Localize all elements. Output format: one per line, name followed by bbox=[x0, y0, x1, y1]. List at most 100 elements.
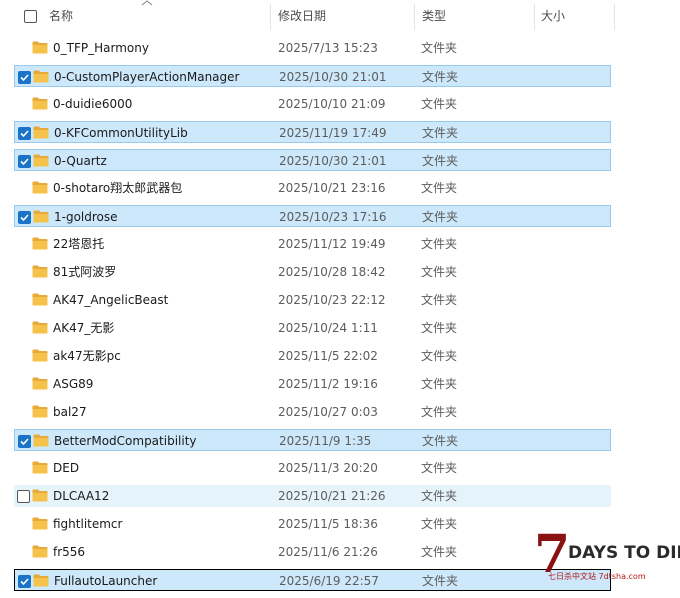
file-modified-date: 2025/10/30 21:01 bbox=[279, 70, 387, 84]
file-row[interactable]: ASG89 2025/11/2 19:16 文件夹 bbox=[14, 373, 611, 395]
file-modified-date: 2025/6/19 22:57 bbox=[279, 574, 379, 588]
file-modified-date: 2025/11/2 19:16 bbox=[278, 377, 378, 391]
file-name: 81式阿波罗 bbox=[53, 265, 117, 279]
file-row[interactable]: 0-duidie6000 2025/10/10 21:09 文件夹 bbox=[14, 93, 611, 115]
column-size-header[interactable]: 大小 bbox=[541, 0, 565, 32]
column-divider[interactable] bbox=[614, 4, 615, 30]
file-type: 文件夹 bbox=[421, 41, 458, 55]
file-row[interactable]: 0-shotaro翔太郎武器包 2025/10/21 23:16 文件夹 bbox=[14, 177, 611, 199]
file-row[interactable]: FullautoLauncher 2025/6/19 22:57 文件夹 bbox=[14, 569, 611, 591]
file-name: 0_TFP_Harmony bbox=[53, 41, 149, 55]
file-name: AK47_无影 bbox=[53, 321, 115, 335]
folder-icon bbox=[32, 461, 48, 474]
row-checkbox[interactable] bbox=[18, 575, 31, 588]
file-type: 文件夹 bbox=[421, 461, 458, 475]
row-checkbox[interactable] bbox=[18, 127, 31, 140]
file-name: 1-goldrose bbox=[54, 210, 118, 224]
file-row[interactable]: ak47无影pc 2025/11/5 22:02 文件夹 bbox=[14, 345, 611, 367]
file-modified-date: 2025/11/3 20:20 bbox=[278, 461, 378, 475]
column-modified-header[interactable]: 修改日期 bbox=[278, 0, 326, 32]
row-checkbox[interactable] bbox=[18, 211, 31, 224]
file-modified-date: 2025/10/23 22:12 bbox=[278, 293, 386, 307]
file-modified-date: 2025/10/23 17:16 bbox=[279, 210, 387, 224]
file-type: 文件夹 bbox=[422, 70, 459, 84]
file-modified-date: 2025/10/30 21:01 bbox=[279, 154, 387, 168]
file-modified-date: 2025/11/9 1:35 bbox=[279, 434, 372, 448]
file-modified-date: 2025/10/27 0:03 bbox=[278, 405, 378, 419]
folder-icon bbox=[32, 545, 48, 558]
file-row[interactable]: 81式阿波罗 2025/10/28 18:42 文件夹 bbox=[14, 261, 611, 283]
row-checkbox[interactable] bbox=[18, 435, 31, 448]
folder-icon bbox=[32, 321, 48, 334]
sort-ascending-icon bbox=[141, 0, 153, 6]
file-name: ASG89 bbox=[53, 377, 94, 391]
file-type: 文件夹 bbox=[421, 349, 458, 363]
file-row[interactable]: AK47_无影 2025/10/24 1:11 文件夹 bbox=[14, 317, 611, 339]
file-row[interactable]: fightlitemcr 2025/11/5 18:36 文件夹 bbox=[14, 513, 611, 535]
file-modified-date: 2025/11/5 18:36 bbox=[278, 517, 378, 531]
file-name: ak47无影pc bbox=[53, 349, 121, 363]
folder-icon bbox=[32, 41, 48, 54]
folder-icon bbox=[33, 126, 49, 139]
file-row[interactable]: AK47_AngelicBeast 2025/10/23 22:12 文件夹 bbox=[14, 289, 611, 311]
file-type: 文件夹 bbox=[421, 265, 458, 279]
file-type: 文件夹 bbox=[421, 405, 458, 419]
folder-icon bbox=[32, 489, 48, 502]
file-row[interactable]: DLCAA12 2025/10/21 21:26 文件夹 bbox=[14, 485, 611, 507]
file-row[interactable]: BetterModCompatibility 2025/11/9 1:35 文件夹 bbox=[14, 429, 611, 451]
file-row[interactable]: 0-CustomPlayerActionManager 2025/10/30 21… bbox=[14, 65, 611, 87]
file-name: DED bbox=[53, 461, 80, 475]
folder-icon bbox=[32, 405, 48, 418]
select-all-checkbox[interactable] bbox=[24, 10, 37, 23]
file-name: fightlitemcr bbox=[53, 517, 123, 531]
folder-icon bbox=[32, 349, 48, 362]
file-row[interactable]: 22塔恩托 2025/11/12 19:49 文件夹 bbox=[14, 233, 611, 255]
file-type: 文件夹 bbox=[421, 181, 458, 195]
file-name: BetterModCompatibility bbox=[54, 434, 197, 448]
file-type: 文件夹 bbox=[421, 517, 458, 531]
file-row[interactable]: 1-goldrose 2025/10/23 17:16 文件夹 bbox=[14, 205, 611, 227]
file-row[interactable]: DED 2025/11/3 20:20 文件夹 bbox=[14, 457, 611, 479]
file-modified-date: 2025/11/6 21:26 bbox=[278, 545, 378, 559]
file-row[interactable]: bal27 2025/10/27 0:03 文件夹 bbox=[14, 401, 611, 423]
file-row[interactable]: 0-KFCommonUtilityLib 2025/11/19 17:49 文件夹 bbox=[14, 121, 611, 143]
file-modified-date: 2025/10/21 21:26 bbox=[278, 489, 386, 503]
logo-subtitle: 七日杀中文站 7dtsha.com bbox=[548, 572, 646, 581]
folder-icon bbox=[32, 293, 48, 306]
folder-icon bbox=[32, 237, 48, 250]
column-divider[interactable] bbox=[414, 4, 415, 30]
file-name: 0-KFCommonUtilityLib bbox=[54, 126, 188, 140]
folder-icon bbox=[33, 434, 49, 447]
file-type: 文件夹 bbox=[421, 489, 458, 503]
folder-icon bbox=[33, 70, 49, 83]
file-name: AK47_AngelicBeast bbox=[53, 293, 169, 307]
file-type: 文件夹 bbox=[422, 434, 459, 448]
file-type: 文件夹 bbox=[421, 97, 458, 111]
file-type: 文件夹 bbox=[421, 293, 458, 307]
file-type: 文件夹 bbox=[422, 210, 459, 224]
column-divider[interactable] bbox=[534, 4, 535, 30]
row-checkbox[interactable] bbox=[17, 490, 30, 503]
folder-icon bbox=[32, 97, 48, 110]
folder-icon bbox=[32, 181, 48, 194]
folder-icon bbox=[32, 377, 48, 390]
file-name: FullautoLauncher bbox=[54, 574, 158, 588]
file-type: 文件夹 bbox=[421, 237, 458, 251]
file-row[interactable]: 0_TFP_Harmony 2025/7/13 15:23 文件夹 bbox=[14, 37, 611, 59]
column-type-header[interactable]: 类型 bbox=[422, 0, 446, 32]
folder-icon bbox=[32, 265, 48, 278]
file-row[interactable]: 0-Quartz 2025/10/30 21:01 文件夹 bbox=[14, 149, 611, 171]
file-type: 文件夹 bbox=[421, 545, 458, 559]
row-checkbox[interactable] bbox=[18, 71, 31, 84]
file-type: 文件夹 bbox=[421, 321, 458, 335]
column-name-header[interactable]: 名称 bbox=[49, 0, 73, 32]
file-modified-date: 2025/11/5 22:02 bbox=[278, 349, 378, 363]
folder-icon bbox=[32, 517, 48, 530]
watermark-logo: 7 DAYS TO DIE 七日杀中文站 7dtsha.com bbox=[534, 527, 680, 587]
logo-title: DAYS TO DIE bbox=[568, 543, 680, 563]
file-row[interactable]: fr556 2025/11/6 21:26 文件夹 bbox=[14, 541, 611, 563]
row-checkbox[interactable] bbox=[18, 155, 31, 168]
column-divider[interactable] bbox=[270, 4, 271, 30]
file-name: 0-duidie6000 bbox=[53, 97, 133, 111]
folder-icon bbox=[33, 210, 49, 223]
